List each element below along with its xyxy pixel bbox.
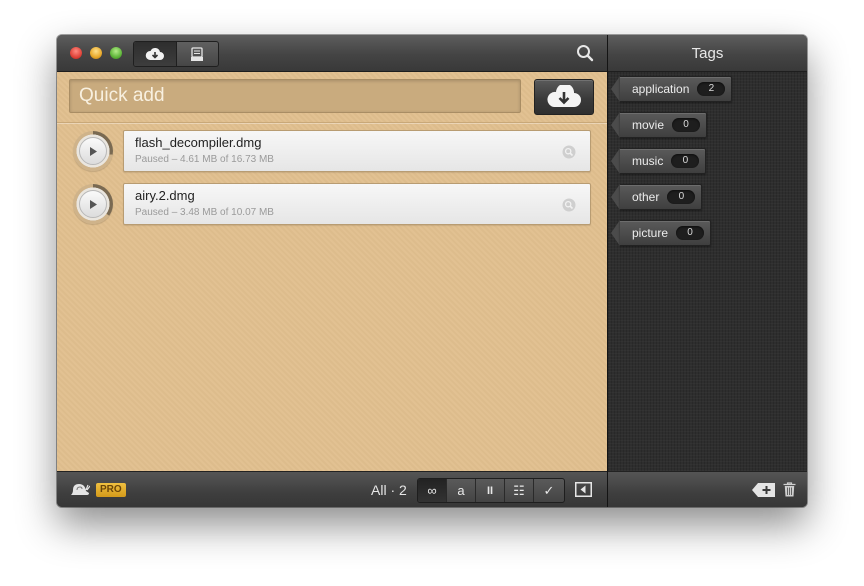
quick-add-input[interactable]: Quick add	[69, 79, 521, 113]
tag-count: 0	[667, 190, 696, 204]
tag-body: other 0	[620, 184, 703, 210]
tag-label: other	[632, 190, 660, 204]
tag-body: application 2	[620, 76, 733, 102]
download-card[interactable]: airy.2.dmg Paused – 3.48 MB of 10.07 MB	[123, 183, 591, 225]
reveal-in-finder-icon[interactable]	[562, 198, 576, 212]
resume-button[interactable]	[79, 190, 107, 218]
filter-segmented-control: ∞ a II ☷ ✓	[417, 478, 565, 503]
tag-arrow	[611, 148, 620, 174]
tag-label: music	[632, 154, 664, 168]
download-status: Paused – 3.48 MB of 10.07 MB	[135, 207, 274, 218]
tag-arrow	[611, 76, 620, 102]
tag-arrow	[611, 184, 620, 210]
tag-count: 0	[671, 154, 700, 168]
inbox-view-button[interactable]	[176, 42, 218, 66]
cloud-download-icon	[145, 47, 164, 60]
trash-icon[interactable]	[783, 482, 796, 497]
tag-body: picture 0	[620, 220, 712, 246]
play-icon	[90, 146, 97, 156]
tag-label: application	[632, 82, 690, 96]
quick-add-row: Quick add	[57, 72, 607, 123]
progress-ring	[73, 131, 113, 171]
quick-add-placeholder: Quick add	[79, 85, 165, 106]
view-switcher	[133, 41, 219, 67]
tags-toolbar	[608, 471, 807, 507]
filter-label: All · 2	[371, 482, 407, 498]
tag-label: picture	[632, 226, 669, 240]
filter-paused-button[interactable]: II	[476, 479, 505, 502]
pro-badge[interactable]: PRO	[96, 483, 126, 497]
downloads-content: Quick add flash_decompiler.dmg Paused – …	[57, 72, 607, 471]
tag-count: 2	[697, 82, 726, 96]
tag-count: 0	[672, 118, 701, 132]
bottom-toolbar: PRO All · 2 ∞ a II ☷ ✓	[57, 471, 607, 507]
tag-picture[interactable]: picture 0	[611, 220, 712, 246]
tags-title-text: Tags	[691, 44, 724, 62]
download-status: Paused – 4.61 MB of 16.73 MB	[135, 154, 274, 165]
minimize-window-button[interactable]	[90, 47, 102, 59]
app-window: Quick add flash_decompiler.dmg Paused – …	[57, 35, 807, 507]
add-tag-icon[interactable]	[752, 483, 776, 497]
tag-movie[interactable]: movie 0	[611, 112, 708, 138]
inbox-list-icon	[191, 46, 203, 61]
tag-arrow	[611, 112, 620, 138]
add-download-button[interactable]	[534, 79, 594, 115]
reveal-in-finder-icon[interactable]	[562, 145, 576, 159]
close-window-button[interactable]	[70, 47, 82, 59]
tags-sidebar: Tags application 2 movie 0 music 0 other…	[608, 35, 807, 507]
play-icon	[90, 199, 97, 209]
download-name: flash_decompiler.dmg	[135, 135, 262, 150]
download-item[interactable]: flash_decompiler.dmg Paused – 4.61 MB of…	[57, 130, 607, 174]
toggle-sidebar-icon[interactable]	[575, 482, 592, 497]
progress-ring	[73, 184, 113, 224]
download-item[interactable]: airy.2.dmg Paused – 3.48 MB of 10.07 MB	[57, 183, 607, 227]
filter-active-button[interactable]: a	[447, 479, 476, 502]
filter-scheduled-button[interactable]: ☷	[505, 479, 534, 502]
tags-title: Tags	[608, 35, 807, 72]
tag-other[interactable]: other 0	[611, 184, 703, 210]
tag-count: 0	[676, 226, 705, 240]
cloud-download-icon	[547, 85, 581, 107]
tag-label: movie	[632, 118, 665, 132]
zoom-window-button[interactable]	[110, 47, 122, 59]
tag-music[interactable]: music 0	[611, 148, 707, 174]
titlebar	[57, 35, 607, 72]
snail-icon[interactable]	[70, 482, 90, 496]
search-icon[interactable]	[576, 44, 594, 62]
download-name: airy.2.dmg	[135, 188, 195, 203]
tag-arrow	[611, 220, 620, 246]
download-card[interactable]: flash_decompiler.dmg Paused – 4.61 MB of…	[123, 130, 591, 172]
downloads-pane: Quick add flash_decompiler.dmg Paused – …	[57, 35, 607, 507]
tag-body: music 0	[620, 148, 707, 174]
tag-application[interactable]: application 2	[611, 76, 733, 102]
downloads-view-button[interactable]	[134, 42, 177, 66]
filter-all-button[interactable]: ∞	[418, 479, 447, 502]
resume-button[interactable]	[79, 137, 107, 165]
tag-body: movie 0	[620, 112, 708, 138]
filter-completed-button[interactable]: ✓	[534, 479, 564, 502]
